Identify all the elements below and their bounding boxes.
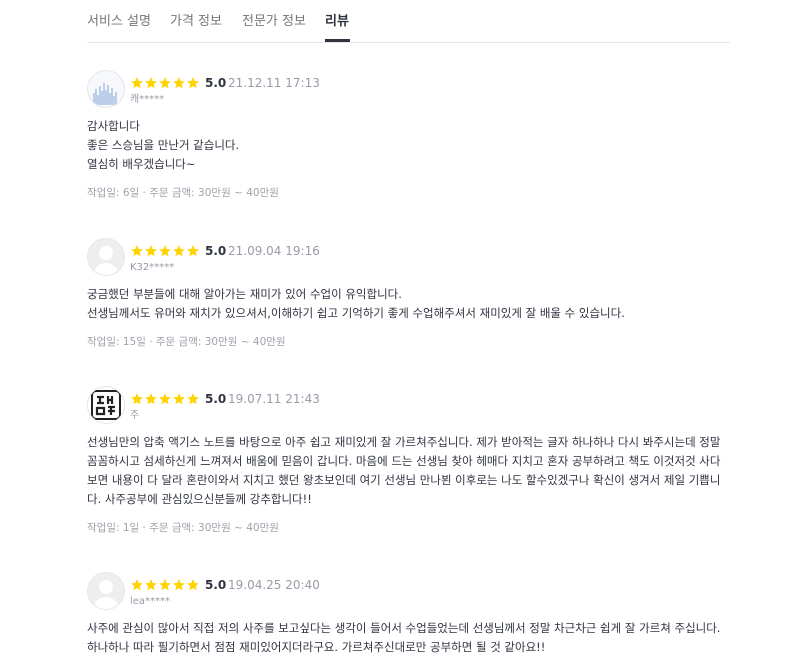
star-rating	[130, 392, 200, 406]
review-item: 5.0 19.04.25 20:40 lea***** 사주에 관심이 많아서 …	[87, 572, 747, 666]
avatar	[87, 572, 125, 610]
review-content: 감사합니다 좋은 스승님을 만난거 같습니다. 열심히 배우겠습니다~	[87, 117, 739, 174]
review-line: 선생님만의 압축 액기스 노트를 바탕으로 아주 쉽고 재미있게 잘 가르쳐주십…	[87, 435, 721, 449]
star-icon	[187, 245, 199, 257]
review-item: 5.0 19.07.11 21:43 주 선생님만의 압축 액기스 노트를 바탕…	[87, 386, 747, 536]
star-icon	[145, 579, 157, 591]
star-icon	[131, 579, 143, 591]
avatar	[87, 238, 125, 276]
review-line: 보면 내용이 다 달라 혼란이와서 지치고 했던 왕초보인데 여기 선생님 만나…	[87, 473, 721, 487]
tab-bar: 서비스 설명 가격 정보 전문가 정보 리뷰	[87, 0, 730, 43]
default-user-icon	[88, 573, 124, 609]
review-date: 19.07.11 21:43	[228, 392, 320, 406]
review-content: 사주에 관심이 많아서 직접 저의 사주를 보고싶다는 생각이 들어서 수업들었…	[87, 619, 747, 657]
review-item: 5.0 21.12.11 17:13 캐***** 감사합니다 좋은 스승님을 …	[87, 70, 747, 210]
reviewer-name: 주	[130, 410, 140, 421]
star-rating	[130, 578, 200, 592]
reviewer-name: 캐*****	[130, 94, 165, 105]
star-icon	[159, 245, 171, 257]
reviewer-name: lea*****	[130, 596, 171, 607]
review-meta: 작업일: 1일 · 주문 금액: 30만원 ~ 40만원	[87, 522, 279, 534]
star-icon	[173, 245, 185, 257]
rating-score: 5.0	[205, 244, 227, 258]
review-line: 감사합니다	[87, 119, 140, 133]
rating-score: 5.0	[205, 392, 227, 406]
review-line: 궁금했던 부분들에 대해 알아가는 재미가 있어 수업이 유익합니다.	[87, 287, 402, 301]
star-icon	[159, 77, 171, 89]
tab-service-description[interactable]: 서비스 설명	[87, 10, 151, 29]
star-icon	[173, 77, 185, 89]
rating-score: 5.0	[205, 76, 227, 90]
avatar	[87, 70, 125, 108]
star-icon	[145, 245, 157, 257]
review-line: 다. 사주공부에 관심있으신분들께 강추합니다!!	[87, 492, 312, 506]
star-icon	[187, 77, 199, 89]
tab-expert-info[interactable]: 전문가 정보	[242, 10, 306, 29]
default-user-icon	[88, 239, 124, 275]
rating-score: 5.0	[205, 578, 227, 592]
tab-reviews[interactable]: 리뷰	[325, 10, 349, 29]
star-icon	[187, 579, 199, 591]
active-tab-indicator	[325, 39, 350, 42]
star-icon	[173, 579, 185, 591]
review-date: 21.09.04 19:16	[228, 244, 320, 258]
star-icon	[131, 77, 143, 89]
review-item: 5.0 21.09.04 19:16 K32***** 궁금했던 부분들에 대해…	[87, 238, 747, 358]
star-icon	[145, 77, 157, 89]
review-date: 19.04.25 20:40	[228, 578, 320, 592]
review-line: 좋은 스승님을 만난거 같습니다.	[87, 138, 240, 152]
reviewer-name: K32*****	[130, 262, 175, 273]
review-meta: 작업일: 15일 · 주문 금액: 30만원 ~ 40만원	[87, 336, 286, 348]
seal-stamp-image	[88, 387, 124, 423]
star-icon	[145, 393, 157, 405]
star-rating	[130, 76, 200, 90]
star-icon	[159, 579, 171, 591]
review-line: 꼼꼼하시고 섬세하신게 느껴져서 배움에 믿음이 갑니다. 마음에 드는 선생님…	[87, 454, 721, 468]
review-meta: 작업일: 6일 · 주문 금액: 30만원 ~ 40만원	[87, 187, 279, 199]
review-content: 궁금했던 부분들에 대해 알아가는 재미가 있어 수업이 유익합니다. 선생님께…	[87, 285, 739, 323]
review-line: 열심히 배우겠습니다~	[87, 157, 196, 171]
review-date: 21.12.11 17:13	[228, 76, 320, 90]
star-rating	[130, 244, 200, 258]
review-line: 하나하나 따라 필기하면서 점점 재미있어지더라구요. 가르쳐주신대로만 공부하…	[87, 640, 546, 654]
star-icon	[187, 393, 199, 405]
star-icon	[159, 393, 171, 405]
tab-price-info[interactable]: 가격 정보	[170, 10, 222, 29]
review-content: 선생님만의 압축 액기스 노트를 바탕으로 아주 쉽고 재미있게 잘 가르쳐주십…	[87, 433, 747, 509]
avatar	[87, 386, 125, 424]
review-line: 선생님께서도 유머와 재치가 있으셔서,이해하기 쉽고 기억하기 좋게 수업해주…	[87, 306, 625, 320]
star-icon	[173, 393, 185, 405]
review-line: 사주에 관심이 많아서 직접 저의 사주를 보고싶다는 생각이 들어서 수업들었…	[87, 621, 721, 635]
star-icon	[131, 393, 143, 405]
star-icon	[131, 245, 143, 257]
